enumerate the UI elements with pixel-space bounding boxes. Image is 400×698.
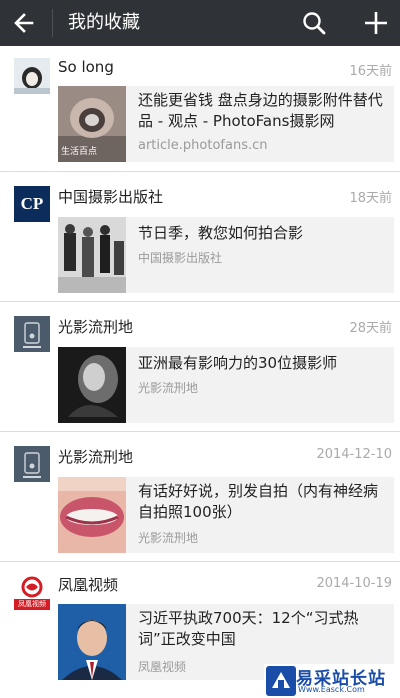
favorite-item[interactable]: So long 16天前 生活百点 还能更省钱 盘点身边的摄影附件替代品 - 观… (0, 46, 400, 171)
source-name: So long (58, 58, 114, 76)
article-source: 中国摄影出版社 (138, 251, 223, 265)
timestamp: 2014-10-19 (316, 576, 392, 591)
article-title: 还能更省钱 盘点身边的摄影附件替代品 - 观点 - PhotoFans摄影网 (138, 91, 383, 130)
watermark: 易采站长站 Www.Easck.Com (264, 664, 400, 698)
article-source: 光影流刑地 (138, 531, 199, 545)
article-thumbnail (58, 217, 126, 293)
favorite-item[interactable]: 光影流刑地 2014-12-10 有话好好说，别发自拍（内有神经病自拍照100张… (0, 432, 400, 561)
article-thumbnail (58, 347, 126, 423)
top-bar: 我的收藏 (0, 0, 400, 46)
article-source: 光影流刑地 (138, 381, 199, 395)
avatar (14, 446, 50, 482)
watermark-url: Www.Easck.Com (298, 685, 365, 694)
timestamp: 16天前 (349, 64, 392, 79)
article-title: 有话好好说，别发自拍（内有神经病自拍照100张） (138, 482, 379, 521)
article-source: 凤凰视频 (138, 660, 187, 674)
plus-icon (365, 12, 387, 34)
add-button[interactable] (358, 5, 394, 41)
article-source: article.photofans.cn (138, 138, 268, 153)
favorite-item[interactable]: CP 中国摄影出版社 18天前 节日季，教您如何拍合影 中国摄影出版社 (0, 172, 400, 301)
page-title: 我的收藏 (68, 12, 140, 33)
avatar: CP (14, 186, 50, 222)
timestamp: 2014-12-10 (316, 447, 392, 462)
arrow-left-icon (14, 13, 34, 33)
article-preview[interactable]: 生活百点 还能更省钱 盘点身边的摄影附件替代品 - 观点 - PhotoFans… (58, 86, 394, 162)
article-title: 习近平执政700天：12个“习式热词”正改变中国 (138, 609, 359, 648)
article-thumbnail: 生活百点 (58, 86, 126, 162)
source-name: 光影流刑地 (58, 448, 134, 466)
watermark-logo-icon (266, 666, 296, 696)
search-icon (303, 12, 326, 35)
article-preview[interactable]: 亚洲最有影响力的30位摄影师 光影流刑地 (58, 347, 394, 423)
header-divider (52, 9, 53, 37)
article-title: 亚洲最有影响力的30位摄影师 (138, 354, 338, 372)
avatar (14, 58, 50, 94)
source-name: 凤凰视频 (58, 576, 119, 594)
article-thumbnail (58, 604, 126, 680)
article-thumbnail (58, 477, 126, 553)
avatar: 凤凰视频 (14, 574, 50, 610)
avatar (14, 316, 50, 352)
article-preview[interactable]: 有话好好说，别发自拍（内有神经病自拍照100张） 光影流刑地 (58, 477, 394, 553)
article-preview[interactable]: 节日季，教您如何拍合影 中国摄影出版社 (58, 217, 394, 293)
avatar-label: CP (20, 194, 44, 213)
article-title: 节日季，教您如何拍合影 (138, 224, 304, 242)
search-button[interactable] (296, 5, 332, 41)
timestamp: 28天前 (349, 321, 392, 336)
favorite-item[interactable]: 光影流刑地 28天前 亚洲最有影响力的30位摄影师 光影流刑地 (0, 302, 400, 431)
thumbnail-caption: 生活百点 (61, 147, 98, 157)
source-name: 光影流刑地 (58, 318, 134, 336)
back-button[interactable] (6, 5, 46, 41)
timestamp: 18天前 (349, 191, 392, 206)
source-name: 中国摄影出版社 (58, 188, 164, 206)
avatar-label: 凤凰视频 (18, 600, 46, 608)
